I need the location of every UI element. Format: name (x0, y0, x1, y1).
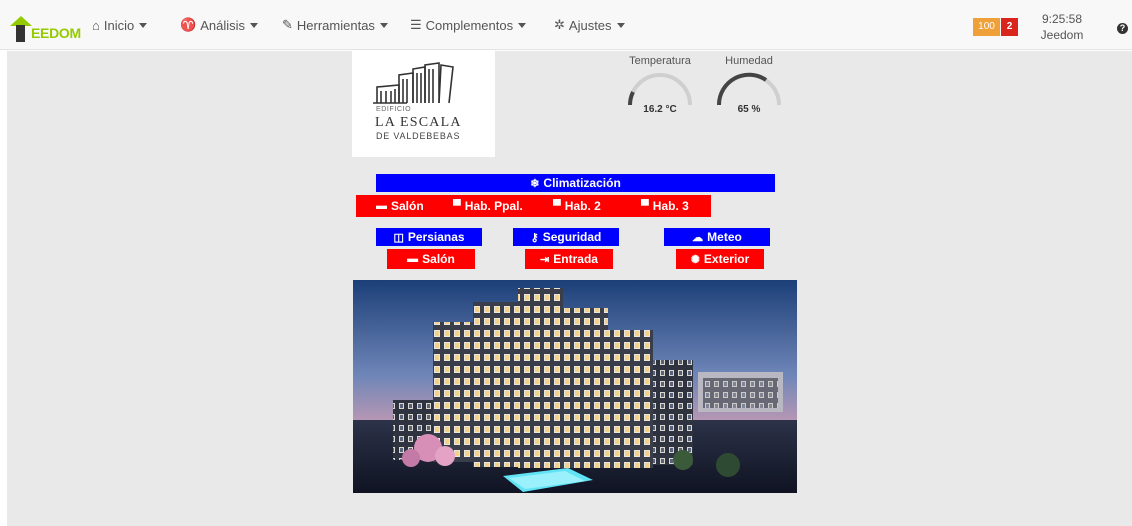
alert-count-badge[interactable]: 2 (1001, 18, 1018, 36)
caret-down-icon (379, 22, 388, 28)
room-salon-button[interactable]: ▬ Salón (376, 195, 424, 217)
jeedom-logo[interactable]: EEDOM (10, 8, 81, 42)
bed-icon: ▀ (553, 200, 561, 212)
house-logo-icon (10, 16, 32, 42)
cloud-icon: ☁ (692, 231, 704, 244)
humidity-value: 65 % (737, 104, 761, 115)
climatizacion-button[interactable]: ❄ Climatización (376, 174, 775, 192)
seguridad-sub-label: Entrada (553, 252, 598, 266)
meteo-sub-label: Exterior (703, 252, 750, 266)
nav-menu-herramientas[interactable]: ✎ Herramientas (282, 16, 388, 34)
question-circle-icon[interactable]: ? (1117, 23, 1128, 34)
room-label: Hab. 3 (652, 199, 689, 213)
temperature-value: 16.2 °C (643, 104, 677, 115)
cogs-icon: ✲ (554, 17, 565, 32)
sign-in-icon: ⇥ (540, 253, 550, 266)
warning-count-badge[interactable]: 100 (973, 18, 1000, 36)
stethoscope-icon: ♈ (180, 17, 197, 32)
humidity-title: Humedad (725, 55, 773, 67)
nav-label-inicio: Inicio (103, 17, 135, 33)
building-photo (353, 280, 797, 493)
room-hab-2-button[interactable]: ▀ Hab. 2 (553, 195, 601, 217)
climatizacion-rooms-bar: ▬ Salón ▀ Hab. Ppal. ▀ Hab. 2 ▀ Hab. 3 (356, 195, 711, 217)
room-hab-3-button[interactable]: ▀ Hab. 3 (641, 195, 689, 217)
caret-down-icon (249, 22, 258, 28)
seguridad-button[interactable]: ⚷ Seguridad (513, 228, 619, 246)
temperature-title: Temperatura (629, 55, 691, 67)
nav-menu-analisis[interactable]: ♈ Análisis (180, 16, 258, 34)
persianas-button[interactable]: ◫ Persianas (376, 228, 482, 246)
clock: 9:25:58 Jeedom (1040, 11, 1084, 43)
clock-time: 9:25:58 (1041, 12, 1083, 26)
bed-icon: ▀ (453, 200, 461, 212)
room-label: Hab. Ppal. (464, 199, 523, 213)
logo-main-text: LA ESCALA (375, 115, 462, 130)
seguridad-label: Seguridad (542, 230, 602, 244)
building-logo: EDIFICIO LA ESCALA DE VALDEBEBAS (352, 51, 495, 157)
snowflake-icon: ❄ (530, 177, 540, 190)
window-blind-icon: ◫ (393, 231, 404, 244)
wrench-icon: ✎ (282, 17, 293, 32)
bed-icon: ▀ (641, 200, 649, 212)
room-hab-ppal-button[interactable]: ▀ Hab. Ppal. (453, 195, 523, 217)
logo-sub-text: DE VALDEBEBAS (376, 131, 461, 141)
persianas-salon-button[interactable]: ▬ Salón (387, 249, 475, 269)
nav-menu-ajustes[interactable]: ✲ Ajustes (554, 16, 625, 34)
humidity-gauge[interactable]: Humedad 65 % (713, 55, 785, 121)
nav-menu-inicio[interactable]: ⌂ Inicio (92, 16, 148, 34)
caret-down-icon (518, 22, 527, 28)
user-name[interactable]: Jeedom (1040, 27, 1084, 43)
sun-icon: ✺ (690, 253, 700, 266)
seguridad-entrada-button[interactable]: ⇥ Entrada (525, 249, 613, 269)
nav-label-analisis: Análisis (200, 17, 245, 33)
list-icon: ☰ (410, 17, 422, 32)
nav-label-complementos: Complementos (425, 17, 514, 33)
home-icon: ⌂ (92, 17, 100, 33)
sofa-icon: ▬ (376, 200, 387, 212)
humidity-dial (716, 72, 781, 106)
room-label: Salón (391, 199, 424, 213)
climatizacion-label: Climatización (543, 176, 621, 190)
persianas-label: Persianas (407, 230, 465, 244)
building-logo-icon (373, 62, 454, 104)
nav-label-herramientas: Herramientas (296, 17, 375, 33)
meteo-button[interactable]: ☁ Meteo (664, 228, 770, 246)
persianas-sub-label: Salón (422, 252, 455, 266)
temperature-dial (628, 73, 692, 106)
temperature-gauge[interactable]: Temperatura 16.2 °C (624, 55, 696, 121)
nav-label-ajustes: Ajustes (568, 17, 612, 33)
caret-down-icon (139, 22, 148, 28)
nav-menu-complementos[interactable]: ☰ Complementos (410, 16, 527, 34)
sofa-icon: ▬ (407, 253, 419, 265)
caret-down-icon (616, 22, 625, 28)
logo-small-text: EDIFICIO (376, 106, 412, 113)
key-icon: ⚷ (530, 231, 539, 244)
brand-text: EEDOM (31, 25, 81, 41)
meteo-exterior-button[interactable]: ✺ Exterior (676, 249, 764, 269)
top-navbar: EEDOM ⌂ Inicio ♈ Análisis ✎ Herramientas… (0, 0, 1132, 50)
meteo-label: Meteo (707, 230, 742, 244)
room-label: Hab. 2 (564, 199, 601, 213)
